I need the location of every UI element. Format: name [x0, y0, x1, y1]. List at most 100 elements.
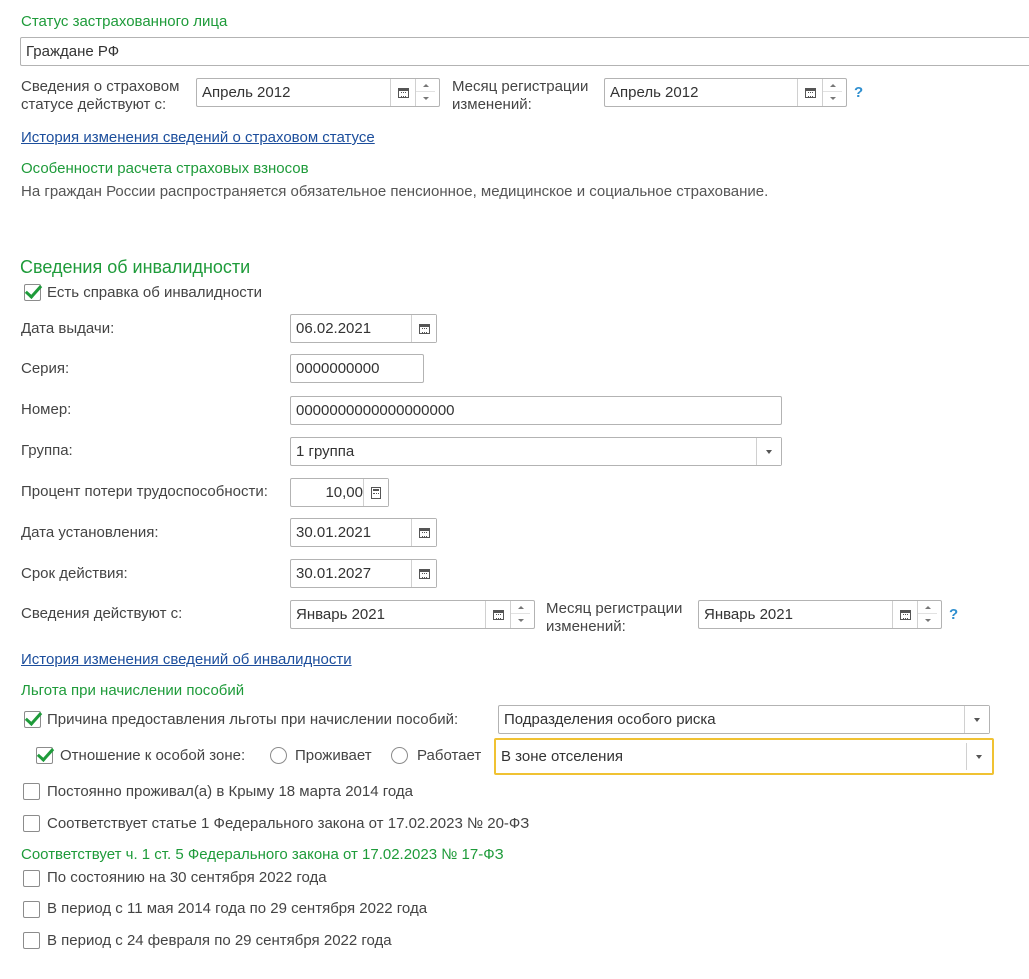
disability-reg-month-field[interactable]: Январь 2021	[698, 600, 942, 629]
reason-label: Причина предоставления льготы при начисл…	[47, 711, 459, 728]
disability-reg-month-value: Январь 2021	[704, 606, 793, 623]
insured-status-field[interactable]: Граждане РФ	[20, 37, 1029, 66]
insured-reg-month-value: Апрель 2012	[610, 84, 699, 101]
reason-checkbox[interactable]	[24, 711, 41, 728]
established-date-label: Дата установления:	[21, 524, 159, 541]
calendar-button[interactable]	[411, 560, 436, 587]
insured-status-title: Статус застрахованного лица	[21, 13, 228, 30]
calendar-button[interactable]	[797, 79, 822, 106]
opt2-checkbox[interactable]	[23, 901, 40, 918]
spin-down-icon[interactable]	[918, 614, 937, 627]
radio-lives-label: Проживает	[295, 747, 372, 764]
group-label: Группа:	[21, 442, 73, 459]
crimea-checkbox[interactable]	[23, 783, 40, 800]
zone-value: В зоне отселения	[501, 748, 623, 765]
issue-date-value: 06.02.2021	[296, 320, 372, 337]
calendar-button[interactable]	[411, 519, 436, 546]
has-certificate-checkbox[interactable]	[24, 284, 41, 301]
group-select[interactable]: 1 группа	[290, 437, 782, 466]
calendar-button[interactable]	[411, 315, 436, 342]
zone-label: Отношение к особой зоне:	[60, 747, 246, 764]
crimea-label: Постоянно проживал(а) в Крыму 18 марта 2…	[47, 783, 413, 800]
number-field[interactable]: 0000000000000000000	[290, 396, 782, 425]
validity-field[interactable]: 30.01.2027	[290, 559, 437, 588]
number-value: 0000000000000000000	[296, 402, 455, 419]
calendar-icon	[397, 87, 409, 98]
disability-history-link[interactable]: История изменения сведений об инвалиднос…	[21, 651, 352, 668]
zone-checkbox[interactable]	[36, 747, 53, 764]
reason-select[interactable]: Подразделения особого риска	[498, 705, 990, 734]
calendar-button[interactable]	[390, 79, 415, 106]
calculator-button[interactable]	[363, 479, 388, 506]
series-label: Серия:	[21, 360, 70, 377]
opt1-label: По состоянию на 30 сентября 2022 года	[47, 869, 327, 886]
law20-label: Соответствует статье 1 Федерального зако…	[47, 815, 530, 832]
month-spinner[interactable]	[415, 79, 435, 106]
spin-down-icon[interactable]	[511, 614, 530, 627]
dropdown-button[interactable]	[756, 438, 781, 465]
disability-reg-month-label: Месяц регистрации изменений:	[546, 600, 683, 635]
zone-select[interactable]: В зоне отселения	[494, 738, 994, 775]
has-certificate-label: Есть справка об инвалидности	[47, 284, 263, 301]
calendar-icon	[899, 609, 911, 620]
issue-date-label: Дата выдачи:	[21, 320, 115, 337]
validity-value: 30.01.2027	[296, 565, 372, 582]
valid-from-field[interactable]: Январь 2021	[290, 600, 535, 629]
status-valid-from-field[interactable]: Апрель 2012	[196, 78, 440, 107]
spin-down-icon[interactable]	[416, 92, 435, 105]
calc-features-title: Особенности расчета страховых взносов	[21, 160, 309, 177]
month-spinner[interactable]	[822, 79, 842, 106]
insured-reg-month-field[interactable]: Апрель 2012	[604, 78, 847, 107]
established-date-field[interactable]: 30.01.2021	[290, 518, 437, 547]
valid-from-label: Сведения действуют с:	[21, 605, 183, 622]
calendar-icon	[492, 609, 504, 620]
insured-status-value: Граждане РФ	[26, 43, 120, 60]
law20-checkbox[interactable]	[23, 815, 40, 832]
spin-up-icon[interactable]	[511, 601, 530, 614]
calc-features-text: На граждан России распространяется обяза…	[21, 183, 769, 200]
spin-down-icon[interactable]	[823, 92, 842, 105]
calendar-button[interactable]	[892, 601, 917, 628]
help-icon[interactable]: ?	[949, 606, 958, 623]
spin-up-icon[interactable]	[823, 79, 842, 92]
calendar-icon	[418, 568, 430, 579]
benefits-title: Льгота при начислении пособий	[21, 682, 245, 699]
issue-date-field[interactable]: 06.02.2021	[290, 314, 437, 343]
help-icon[interactable]: ?	[854, 84, 863, 101]
series-field[interactable]: 0000000000	[290, 354, 424, 383]
month-spinner[interactable]	[917, 601, 937, 628]
validity-label: Срок действия:	[21, 565, 128, 582]
number-label: Номер:	[21, 401, 72, 418]
insured-reg-month-label: Месяц регистрации изменений:	[452, 78, 589, 113]
work-loss-label: Процент потери трудоспособности:	[21, 483, 268, 500]
status-valid-from-value: Апрель 2012	[202, 84, 291, 101]
calendar-icon	[418, 323, 430, 334]
calendar-icon	[418, 527, 430, 538]
opt3-checkbox[interactable]	[23, 932, 40, 949]
chevron-down-icon	[974, 717, 980, 722]
work-loss-value: 10,00	[325, 484, 363, 501]
dropdown-button[interactable]	[966, 743, 991, 770]
calculator-icon	[371, 486, 381, 499]
chevron-down-icon	[976, 754, 982, 759]
spin-up-icon[interactable]	[416, 79, 435, 92]
radio-works-label: Работает	[417, 747, 482, 764]
insured-history-link[interactable]: История изменения сведений о страховом с…	[21, 129, 375, 146]
spin-up-icon[interactable]	[918, 601, 937, 614]
radio-lives[interactable]	[270, 747, 287, 764]
radio-works[interactable]	[391, 747, 408, 764]
valid-from-value: Январь 2021	[296, 606, 385, 623]
opt3-label: В период с 24 февраля по 29 сентября 202…	[47, 932, 392, 949]
established-date-value: 30.01.2021	[296, 524, 372, 541]
dropdown-button[interactable]	[964, 706, 989, 733]
series-value: 0000000000	[296, 360, 380, 377]
status-valid-label: Сведения о страховом статусе действуют с…	[21, 78, 180, 113]
work-loss-field[interactable]: 10,00	[290, 478, 389, 507]
opt1-checkbox[interactable]	[23, 870, 40, 887]
month-spinner[interactable]	[510, 601, 530, 628]
group-value: 1 группа	[296, 443, 355, 460]
calendar-icon	[804, 87, 816, 98]
calendar-button[interactable]	[485, 601, 510, 628]
reason-value: Подразделения особого риска	[504, 711, 716, 728]
chevron-down-icon	[766, 449, 772, 454]
